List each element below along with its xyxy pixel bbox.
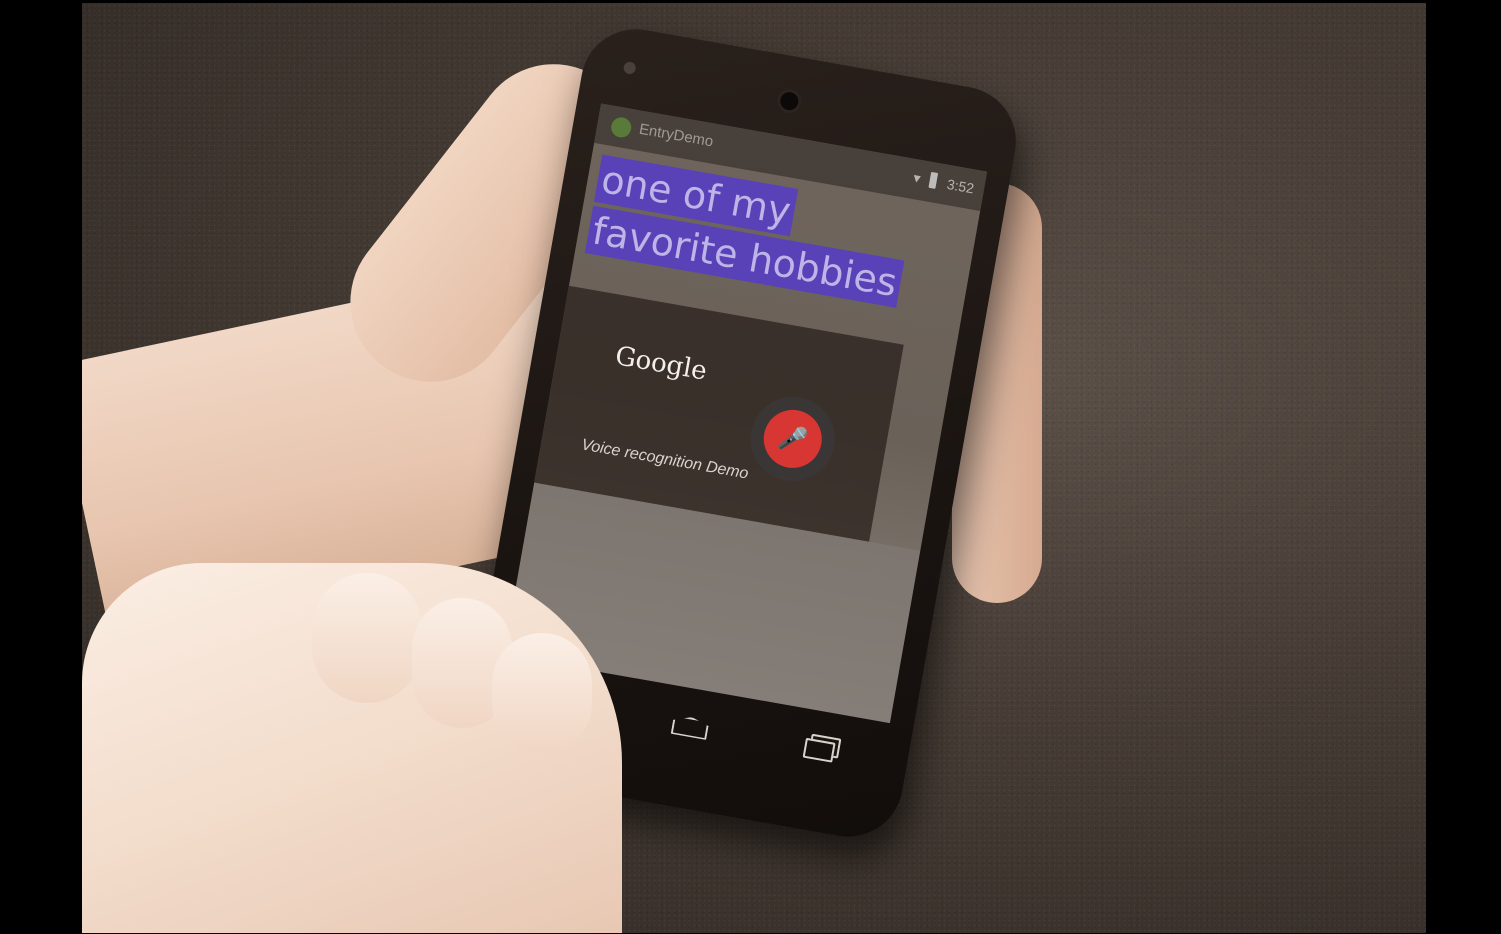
status-clock: 3:52 bbox=[945, 175, 976, 197]
app-title: EntryDemo bbox=[637, 120, 715, 151]
voice-caption: Voice recognition Demo bbox=[580, 436, 750, 483]
photo: EntryDemo ▼ 3:52 one of my favorite hobb… bbox=[82, 3, 1426, 933]
signal-icon: ▼ bbox=[909, 170, 924, 187]
front-camera bbox=[778, 90, 800, 112]
microphone-button[interactable]: 🎤 bbox=[759, 405, 827, 473]
mic-ring: 🎤 bbox=[744, 390, 842, 488]
home-button[interactable] bbox=[658, 708, 722, 749]
phone-screen: EntryDemo ▼ 3:52 one of my favorite hobb… bbox=[503, 103, 988, 724]
microphone-icon: 🎤 bbox=[775, 423, 810, 455]
home-icon bbox=[671, 714, 710, 740]
recents-icon bbox=[802, 737, 836, 763]
sensor bbox=[622, 60, 637, 75]
knuckle bbox=[492, 633, 592, 753]
video-frame: EntryDemo ▼ 3:52 one of my favorite hobb… bbox=[0, 0, 1501, 934]
battery-icon bbox=[928, 171, 939, 189]
app-icon bbox=[609, 115, 633, 139]
knuckle bbox=[312, 573, 422, 703]
recents-button[interactable] bbox=[786, 731, 850, 772]
google-logo: Google bbox=[612, 341, 710, 387]
